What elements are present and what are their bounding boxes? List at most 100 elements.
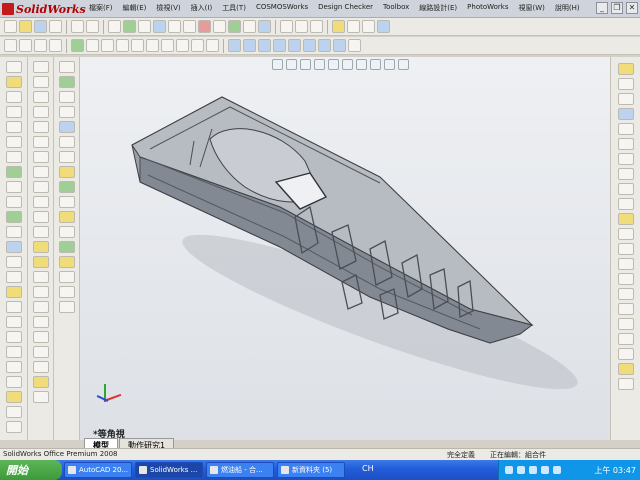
task-solidworks[interactable]: SolidWorks ... [135,462,203,478]
sheetmetal-vent-icon[interactable] [58,226,75,238]
language-indicator[interactable]: CH [362,464,374,473]
section-icon[interactable] [213,20,226,33]
sheetmetal-rip-icon[interactable] [58,211,75,223]
open-file-icon[interactable] [19,20,32,33]
sketch-icon[interactable] [161,39,174,52]
convert-entities-icon[interactable] [617,258,634,270]
surface-thicken-icon[interactable] [32,271,49,283]
section-view-icon[interactable] [314,59,325,70]
feature-loft-icon[interactable] [5,106,22,118]
dimension-icon[interactable] [176,39,189,52]
edit-component-icon[interactable] [153,20,166,33]
hide-icon[interactable] [146,39,159,52]
sheetmetal-miter-icon[interactable] [58,91,75,103]
print-icon[interactable] [49,20,62,33]
sheetmetal-flatten-icon[interactable] [58,196,75,208]
text-icon[interactable] [617,213,634,225]
feature-dome-icon[interactable] [5,211,22,223]
sheetmetal-closed-corner-icon[interactable] [58,151,75,163]
surface-delete-face-icon[interactable] [32,286,49,298]
feature-plane-icon[interactable] [5,346,22,358]
mate-icon[interactable] [101,39,114,52]
mass-properties-icon[interactable] [198,20,211,33]
feature-fillet-icon[interactable] [5,121,22,133]
surface-mid-icon[interactable] [32,316,49,328]
task-assembly[interactable]: 燃油船 - 合... [206,462,274,478]
surface-revolve-icon[interactable] [32,76,49,88]
record-icon[interactable] [310,20,323,33]
surface-offset-icon[interactable] [32,166,49,178]
axis-icon[interactable] [49,39,62,52]
menu-cosmosworks[interactable]: COSMOSWorks [251,3,313,13]
menu-tools[interactable]: 工具(T) [217,3,251,13]
rebuild-icon[interactable] [123,20,136,33]
task-autocad[interactable]: AutoCAD 20... [64,462,132,478]
feature-mirror-icon[interactable] [5,256,22,268]
render-icon[interactable] [347,20,360,33]
display-relations-icon[interactable] [617,348,634,360]
surface-freeform-icon[interactable] [32,376,49,388]
linear-pattern-icon[interactable] [617,318,634,330]
boat-hull-model[interactable] [80,57,610,440]
ellipse-icon[interactable] [617,168,634,180]
menu-edit[interactable]: 編輯(E) [118,3,152,13]
pause-icon[interactable] [280,20,293,33]
feature-sweep-icon[interactable] [5,91,22,103]
feature-split-icon[interactable] [5,271,22,283]
sheetmetal-corner-icon[interactable] [58,256,75,268]
pattern-icon[interactable] [116,39,129,52]
feature-revolve-icon[interactable] [5,76,22,88]
network-icon[interactable] [505,466,513,474]
surface-move-icon[interactable] [32,361,49,373]
ruler-icon[interactable] [34,39,47,52]
feature-library-icon[interactable] [5,421,22,433]
menu-help[interactable]: 說明(H) [550,3,585,13]
view-isometric-icon[interactable] [303,39,316,52]
select-icon[interactable] [86,20,99,33]
zoom-fit-icon[interactable] [272,59,283,70]
fillet-sketch-icon[interactable] [617,228,634,240]
surface-trim-icon[interactable] [32,226,49,238]
surface-planar-icon[interactable] [32,151,49,163]
feature-curve-icon[interactable] [5,331,22,343]
menu-insert[interactable]: 插入(I) [186,3,218,13]
interference-icon[interactable] [258,20,271,33]
surface-fill-icon[interactable] [32,136,49,148]
feature-rib-icon[interactable] [5,166,22,178]
task-folder[interactable]: 新資料夾 (5) [277,462,345,478]
sheetmetal-unfold-icon[interactable] [58,166,75,178]
sheetmetal-base-icon[interactable] [58,61,75,73]
feature-scale-icon[interactable] [5,316,22,328]
extend-icon[interactable] [617,288,634,300]
surface-knit-icon[interactable] [32,256,49,268]
feature-draft-icon[interactable] [5,181,22,193]
explode-icon[interactable] [131,39,144,52]
feature-axis-icon[interactable] [5,361,22,373]
feature-chamfer-icon[interactable] [5,136,22,148]
security-icon[interactable] [529,466,537,474]
surface-extend-icon[interactable] [32,211,49,223]
feature-extrude-icon[interactable] [5,61,22,73]
layout-icon[interactable] [243,20,256,33]
sheetmetal-fold-icon[interactable] [58,181,75,193]
material-icon[interactable] [362,20,375,33]
measure-icon[interactable] [168,20,181,33]
sketch-icon[interactable] [617,63,634,75]
surface-boundary-icon[interactable] [32,121,49,133]
graphics-area[interactable] [80,57,610,440]
relation-icon[interactable] [191,39,204,52]
new-file-icon[interactable] [4,20,17,33]
surface-extrude-icon[interactable] [32,61,49,73]
arc-icon[interactable] [617,138,634,150]
scene-icon[interactable] [377,20,390,33]
menu-design-checker[interactable]: Design Checker [313,3,378,13]
sheetmetal-edge-icon[interactable] [58,76,75,88]
undo-icon[interactable] [71,20,84,33]
feature-shell-icon[interactable] [5,151,22,163]
menu-photoworks[interactable]: PhotoWorks [462,3,513,13]
align-icon[interactable] [4,39,17,52]
apply-scene-icon[interactable] [384,59,395,70]
feature-combine-icon[interactable] [5,286,22,298]
trim-icon[interactable] [617,273,634,285]
view-dimetric-icon[interactable] [333,39,346,52]
